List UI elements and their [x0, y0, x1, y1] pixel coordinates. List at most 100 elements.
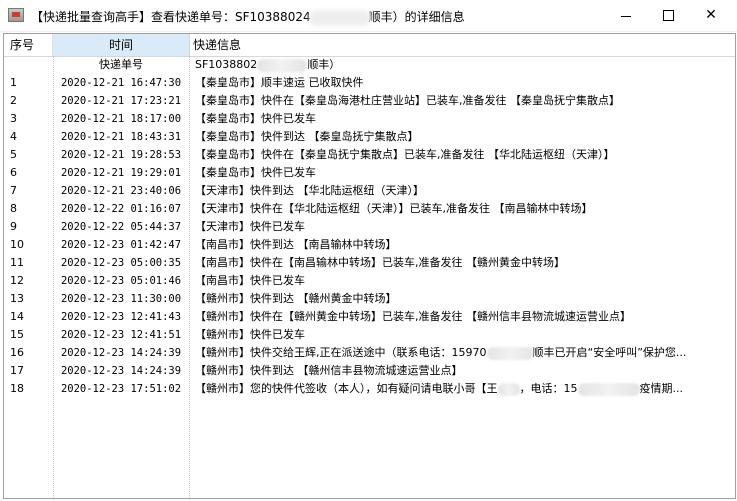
tracking-table[interactable]: 序号 时间 快递信息 快递单号 SF1038802 顺丰） 1 2020-12-2…	[3, 33, 736, 499]
table-row[interactable]: 16 2020-12-23 14:24:39 【赣州市】快件交给王辉,正在派送途…	[4, 344, 735, 362]
table-row[interactable]: 7 2020-12-21 23:40:06 【天津市】快件到达 【华北陆运枢纽（…	[4, 182, 735, 200]
cell-time: 2020-12-21 18:43:31	[60, 131, 182, 143]
cell-seq: 14	[10, 310, 24, 323]
redacted-blur	[497, 382, 520, 396]
table-row[interactable]: 13 2020-12-23 11:30:00 【赣州市】快件到达 【赣州黄金中转…	[4, 290, 735, 308]
info-text-tail: 顺丰已开启“安全呼叫”保护您...	[532, 346, 687, 359]
table-row[interactable]: 1 2020-12-21 16:47:30 【秦皇岛市】顺丰速运 已收取快件	[4, 74, 735, 92]
cell-time: 2020-12-22 01:16:07	[60, 203, 182, 215]
table-row[interactable]: 9 2020-12-22 05:44:37 【天津市】快件已发车	[4, 218, 735, 236]
cell-seq: 4	[10, 130, 17, 143]
redacted-blur	[486, 346, 533, 360]
info-text-tail: 疫情期...	[639, 382, 684, 395]
table-row[interactable]: 11 2020-12-23 05:00:35 【南昌市】快件在【南昌输林中转场】…	[4, 254, 735, 272]
tracking-number-suffix: 顺丰）	[307, 58, 341, 71]
cell-seq: 10	[10, 238, 24, 251]
cell-info: 【赣州市】快件在【赣州黄金中转场】已装车,准备发往 【赣州信丰县物流城速运营业点…	[195, 310, 631, 323]
cell-time: 2020-12-23 12:41:51	[60, 329, 182, 341]
cell-time: 2020-12-23 05:01:46	[60, 275, 182, 287]
close-icon: ✕	[705, 7, 717, 23]
cell-seq: 9	[10, 220, 17, 233]
table-row[interactable]: 18 2020-12-23 17:51:02 【赣州市】您的快件代签收（本人），…	[4, 380, 735, 398]
cell-time: 2020-12-23 17:51:02	[60, 383, 182, 395]
cell-seq: 2	[10, 94, 17, 107]
table-row[interactable]: 8 2020-12-22 01:16:07 【天津市】快件在【华北陆运枢纽（天津…	[4, 200, 735, 218]
table-row[interactable]: 2 2020-12-21 17:23:21 【秦皇岛市】快件在【秦皇岛海港杜庄营…	[4, 92, 735, 110]
table-row[interactable]: 15 2020-12-23 12:41:51 【赣州市】快件已发车	[4, 326, 735, 344]
cell-seq: 11	[10, 256, 24, 269]
table-subheader-row[interactable]: 快递单号 SF1038802 顺丰）	[4, 56, 735, 74]
minimize-icon	[621, 15, 631, 17]
info-text: 【赣州市】快件交给王辉,正在派送途中（联系电话：15970	[195, 346, 487, 359]
cell-info: 【天津市】快件在【华北陆运枢纽（天津）】已装车,准备发往 【南昌输林中转场】	[195, 202, 593, 215]
column-header-time[interactable]: 时间	[53, 34, 190, 56]
table-row[interactable]: 14 2020-12-23 12:41:43 【赣州市】快件在【赣州黄金中转场】…	[4, 308, 735, 326]
cell-info: 【秦皇岛市】顺丰速运 已收取快件	[195, 76, 364, 89]
table-row[interactable]: 5 2020-12-21 19:28:53 【秦皇岛市】快件在【秦皇岛抚宁集散点…	[4, 146, 735, 164]
cell-info: 【赣州市】快件已发车	[195, 328, 305, 341]
cell-info: 【赣州市】您的快件代签收（本人），如有疑问请电联小哥【王 ，电话：15 疫情期...	[189, 380, 735, 398]
cell-seq: 18	[10, 382, 24, 395]
cell-time: 2020-12-23 05:00:35	[60, 257, 182, 269]
cell-info: 【天津市】快件已发车	[195, 220, 305, 233]
cell-time: 2020-12-21 19:29:01	[60, 167, 182, 179]
app-icon	[8, 8, 24, 22]
redacted-blur	[308, 9, 371, 26]
window-title-suffix: 顺丰）的详细信息	[368, 10, 465, 24]
cell-time: 2020-12-23 14:24:39	[60, 365, 182, 377]
cell-info: 【秦皇岛市】快件已发车	[195, 166, 316, 179]
cell-info: 【南昌市】快件在【南昌输林中转场】已装车,准备发往 【赣州黄金中转场】	[195, 256, 565, 269]
cell-seq: 7	[10, 184, 17, 197]
title-bar: 【快递批量查询高手】查看快递单号：SF10388024 顺丰）的详细信息 ✕	[0, 0, 737, 32]
redacted-blur	[257, 58, 308, 72]
table-row[interactable]: 3 2020-12-21 18:17:00 【秦皇岛市】快件已发车	[4, 110, 735, 128]
maximize-button[interactable]	[651, 0, 685, 30]
cell-tracking-label: 快递单号	[99, 58, 143, 71]
cell-time: 2020-12-22 05:44:37	[60, 221, 182, 233]
table-row[interactable]: 12 2020-12-23 05:01:46 【南昌市】快件已发车	[4, 272, 735, 290]
minimize-button[interactable]	[609, 0, 643, 30]
table-row[interactable]: 4 2020-12-21 18:43:31 【秦皇岛市】快件到达 【秦皇岛抚宁集…	[4, 128, 735, 146]
column-header-info[interactable]: 快递信息	[189, 34, 735, 56]
redacted-blur	[577, 382, 640, 396]
window-title-prefix: 【快递批量查询高手】查看快递单号：SF10388024	[31, 10, 311, 24]
cell-time: 2020-12-23 14:24:39	[60, 347, 182, 359]
table-row[interactable]: 17 2020-12-23 14:24:39 【赣州市】快件到达 【赣州信丰县物…	[4, 362, 735, 380]
table-row[interactable]: 10 2020-12-23 01:42:47 【南昌市】快件到达 【南昌输林中转…	[4, 236, 735, 254]
close-button[interactable]: ✕	[694, 0, 728, 30]
cell-time: 2020-12-23 12:41:43	[60, 311, 182, 323]
cell-seq: 1	[10, 76, 17, 89]
maximize-icon	[662, 9, 674, 21]
cell-time: 2020-12-23 01:42:47	[60, 239, 182, 251]
cell-info: 【赣州市】快件交给王辉,正在派送途中（联系电话：15970 顺丰已开启“安全呼叫”…	[189, 344, 735, 362]
table-row[interactable]: 6 2020-12-21 19:29:01 【秦皇岛市】快件已发车	[4, 164, 735, 182]
cell-time: 2020-12-21 19:28:53	[60, 149, 182, 161]
cell-info: 【南昌市】快件到达 【南昌输林中转场】	[195, 238, 397, 251]
cell-seq: 12	[10, 274, 24, 287]
table-header: 序号 时间 快递信息	[4, 34, 735, 57]
cell-time: 2020-12-21 18:17:00	[60, 113, 182, 125]
info-text: 【赣州市】您的快件代签收（本人），如有疑问请电联小哥【王	[195, 382, 498, 395]
cell-time: 2020-12-21 17:23:21	[60, 95, 182, 107]
cell-seq: 8	[10, 202, 17, 215]
cell-info: 【南昌市】快件已发车	[195, 274, 305, 287]
column-header-seq[interactable]: 序号	[4, 34, 53, 56]
cell-seq: 13	[10, 292, 24, 305]
cell-seq: 15	[10, 328, 24, 341]
cell-info: 【秦皇岛市】快件到达 【秦皇岛抚宁集散点】	[195, 130, 419, 143]
cell-info: 【天津市】快件到达 【华北陆运枢纽（天津）】	[195, 184, 424, 197]
cell-seq: 5	[10, 148, 17, 161]
window-title: 【快递批量查询高手】查看快递单号：SF10388024 顺丰）的详细信息	[31, 8, 465, 26]
tracking-number-prefix: SF1038802	[195, 58, 258, 71]
cell-info: 【赣州市】快件到达 【赣州黄金中转场】	[195, 292, 397, 305]
cell-info: 【秦皇岛市】快件在【秦皇岛抚宁集散点】已装车,准备发往 【华北陆运枢纽（天津）】	[195, 148, 615, 161]
cell-info: 【秦皇岛市】快件已发车	[195, 112, 316, 125]
cell-seq: 3	[10, 112, 17, 125]
cell-time: 2020-12-23 11:30:00	[60, 293, 182, 305]
cell-info: 【赣州市】快件到达 【赣州信丰县物流城速运营业点】	[195, 364, 463, 377]
cell-time: 2020-12-21 16:47:30	[60, 77, 182, 89]
cell-seq	[4, 56, 53, 74]
cell-seq: 17	[10, 364, 24, 377]
cell-info: 【秦皇岛市】快件在【秦皇岛海港杜庄营业站】已装车,准备发往 【秦皇岛抚宁集散点】	[195, 94, 620, 107]
cell-time: 2020-12-21 23:40:06	[60, 185, 182, 197]
